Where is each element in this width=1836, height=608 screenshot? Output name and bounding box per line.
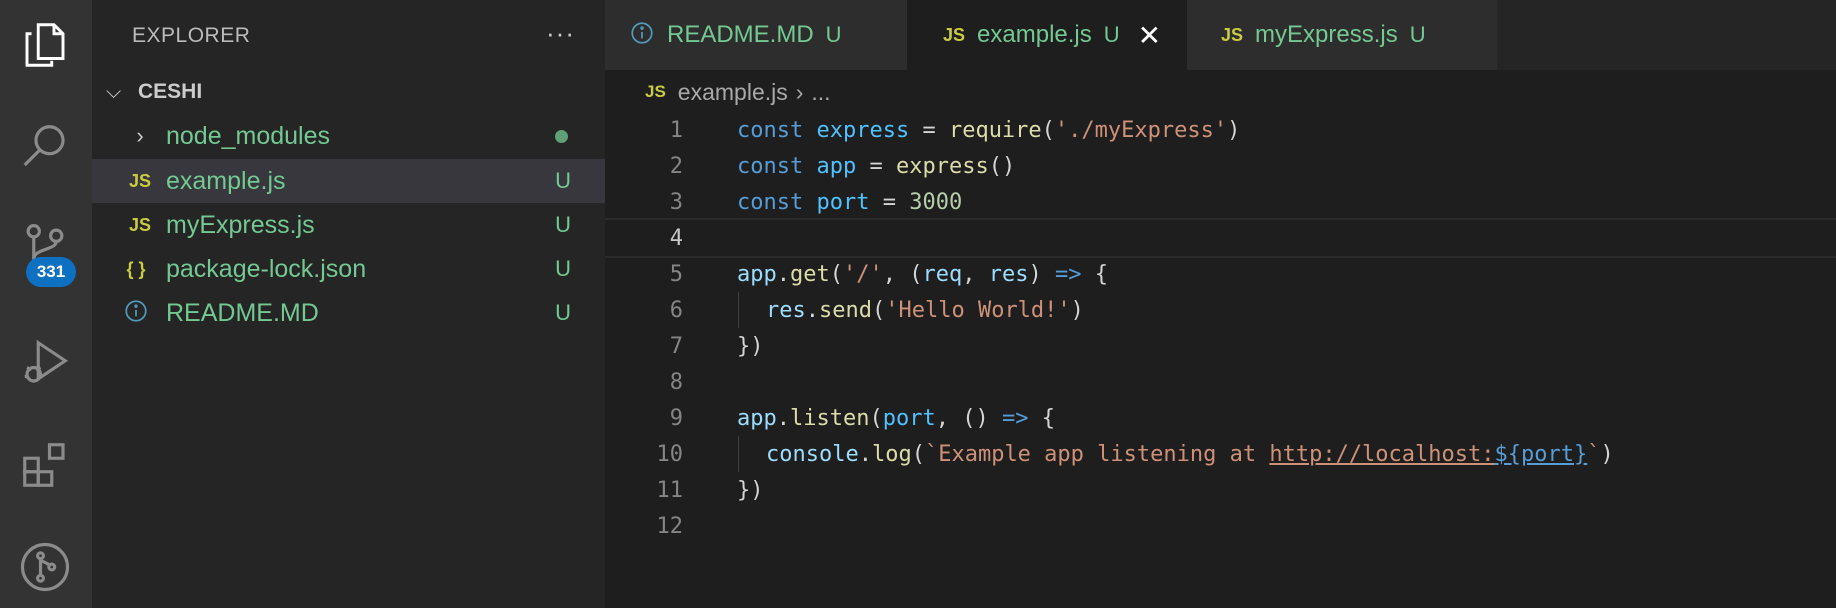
js-file-icon: JS xyxy=(1221,24,1244,45)
folder-header[interactable]: ⌵ CESHI xyxy=(92,72,605,112)
chevron-right-icon: › xyxy=(795,78,804,105)
url-link: http://localhost: xyxy=(1269,441,1495,467)
code-text: console.log(`Example app listening at ht… xyxy=(766,441,1614,467)
code-line: 9 app.listen(port, () => { xyxy=(605,400,1836,436)
code-text: }) xyxy=(737,477,764,503)
code-line: 3 const port = 3000 xyxy=(605,184,1836,220)
code-line: 5 app.get('/', (req, res) => { xyxy=(605,256,1836,292)
run-debug-icon[interactable] xyxy=(14,332,76,394)
status-badge: U xyxy=(555,212,571,237)
modified-dot-icon xyxy=(555,129,568,143)
line-number: 3 xyxy=(669,189,683,215)
tab-myexpress-js[interactable]: JS myExpress.js U xyxy=(1187,0,1497,70)
line-number: 11 xyxy=(656,477,684,503)
line-number: 5 xyxy=(669,261,683,287)
indent-guide xyxy=(738,436,739,472)
tree-item-label: node_modules xyxy=(166,121,331,150)
chevron-right-icon: › xyxy=(136,123,144,148)
tree-item-package-lock[interactable]: { } package-lock.json U xyxy=(92,247,605,291)
breadcrumb-symbol[interactable]: ... xyxy=(811,79,830,106)
tree-item-node-modules[interactable]: › node_modules xyxy=(92,114,605,158)
editor-tabs: README.MD U JS example.js U ✕ JS myExpre… xyxy=(605,0,1836,70)
json-file-icon: { } xyxy=(126,258,146,279)
explorer-icon[interactable] xyxy=(14,14,76,76)
extensions-icon[interactable] xyxy=(14,434,76,496)
js-file-icon: JS xyxy=(128,214,152,235)
breadcrumb-file[interactable]: example.js xyxy=(678,79,788,106)
git-graph-icon[interactable] xyxy=(14,536,76,598)
js-file-icon: JS xyxy=(645,82,666,101)
code-text: const express = require('./myExpress') xyxy=(737,117,1241,143)
indent-guide xyxy=(738,292,739,328)
code-line: 2 const app = express() xyxy=(605,148,1836,184)
line-number: 10 xyxy=(656,441,684,467)
tab-example-js[interactable]: JS example.js U ✕ xyxy=(907,0,1187,70)
tab-label: README.MD xyxy=(667,21,814,48)
line-number: 1 xyxy=(669,117,683,143)
status-badge: U xyxy=(555,168,571,193)
tree-item-myexpress-js[interactable]: JS myExpress.js U xyxy=(92,203,605,247)
tab-label: myExpress.js xyxy=(1255,21,1398,48)
chevron-down-icon: ⌵ xyxy=(106,80,122,103)
code-line-current: 4 xyxy=(605,218,1836,258)
code-line: 6 res.send('Hello World!') xyxy=(605,292,1836,328)
js-file-icon: JS xyxy=(943,24,966,45)
tab-status: U xyxy=(1103,22,1120,47)
line-number: 6 xyxy=(669,297,683,323)
close-icon[interactable]: ✕ xyxy=(1138,19,1161,52)
line-number: 7 xyxy=(669,333,683,359)
code-text: const port = 3000 xyxy=(737,189,963,215)
tree-item-label: README.MD xyxy=(166,298,319,327)
tab-status: U xyxy=(825,22,842,47)
code-text: }) xyxy=(737,333,764,359)
tab-status: U xyxy=(1409,22,1426,47)
line-number: 9 xyxy=(669,405,683,431)
sidebar-title: EXPLORER xyxy=(132,24,251,47)
info-icon xyxy=(629,20,655,51)
activity-bar: 331 xyxy=(0,0,92,608)
search-icon[interactable] xyxy=(14,116,76,178)
more-actions-icon[interactable]: ··· xyxy=(546,18,575,49)
status-badge: U xyxy=(555,256,571,281)
line-number: 4 xyxy=(669,225,683,251)
line-number: 12 xyxy=(656,513,684,539)
line-number: 8 xyxy=(669,369,683,395)
source-control-badge: 331 xyxy=(26,257,76,287)
code-text: res.send('Hello World!') xyxy=(766,297,1084,323)
code-line: 11 }) xyxy=(605,472,1836,508)
tree-item-example-js[interactable]: JS example.js U xyxy=(92,159,605,203)
code-text: app.get('/', (req, res) => { xyxy=(737,261,1108,287)
tree-item-label: myExpress.js xyxy=(166,210,315,239)
folder-name: CESHI xyxy=(138,80,203,103)
code-text: const app = express() xyxy=(737,153,1016,179)
code-line: 7 }) xyxy=(605,328,1836,364)
code-line: 10 console.log(`Example app listening at… xyxy=(605,436,1836,472)
tree-item-label: package-lock.json xyxy=(166,254,367,283)
code-line: 1 const express = require('./myExpress') xyxy=(605,112,1836,148)
tab-readme[interactable]: README.MD U xyxy=(605,0,907,70)
js-file-icon: JS xyxy=(128,170,152,191)
breadcrumb: JS example.js › ... xyxy=(645,74,831,110)
tab-label: example.js xyxy=(977,21,1092,48)
code-text: app.listen(port, () => { xyxy=(737,405,1055,431)
code-editor[interactable]: 1 const express = require('./myExpress')… xyxy=(605,112,1836,608)
tree-item-readme[interactable]: README.MD U xyxy=(92,291,605,335)
code-line: 12 xyxy=(605,508,1836,544)
status-badge: U xyxy=(555,300,571,325)
code-line: 8 xyxy=(605,364,1836,400)
info-icon xyxy=(120,298,152,329)
explorer-sidebar: EXPLORER ··· ⌵ CESHI › node_modules JS e… xyxy=(92,0,605,608)
line-number: 2 xyxy=(669,153,683,179)
tree-item-label: example.js xyxy=(166,166,286,195)
